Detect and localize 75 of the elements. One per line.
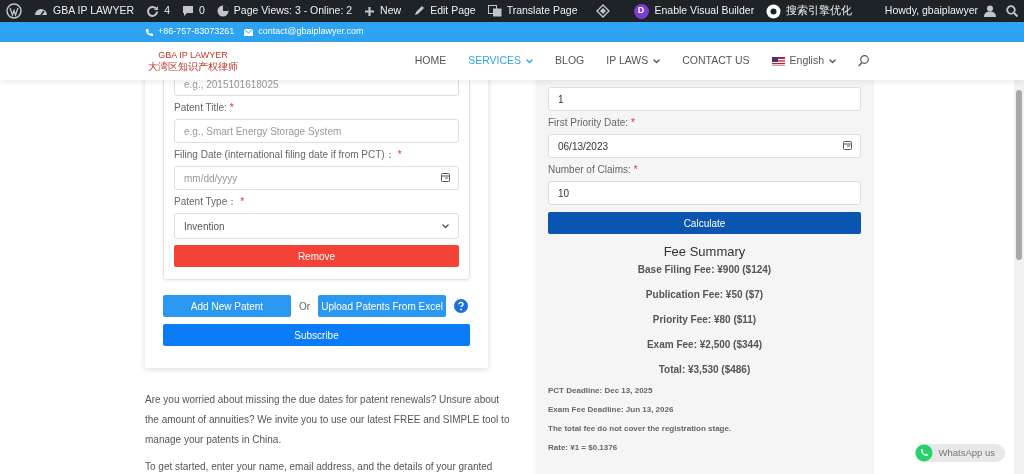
nav-link[interactable]: BLOG [555,53,585,69]
nav-link[interactable]: HOME [414,53,447,69]
intro-paragraph: To get started, enter your name, email address, and the details of your granted [145,460,494,474]
visual-builder-link[interactable]: Enable Visual Builder [654,3,755,19]
required-mark: * [229,102,234,114]
howdy-link[interactable]: Howdy, gbaiplawyer [884,3,978,19]
field-label: Filing Date (international filing date if from PCT)： [174,149,395,161]
chevron-down-icon [442,223,449,229]
seo-logo-icon [766,3,782,19]
updates-link[interactable]: 4 [164,3,170,19]
search-icon [858,55,869,67]
fee-note: Rate: ¥1 = $0.1376 [548,442,619,453]
comment-icon [181,5,194,17]
calendar-icon [843,141,852,150]
language-selector[interactable]: English [771,53,836,69]
whatsapp-icon [914,444,933,462]
calendar-icon [441,173,450,182]
search-icon [1006,5,1018,17]
field-label: Patent Type： [174,196,238,208]
date-field[interactable]: mm/dd/yyyy [174,166,459,190]
required-mark: * [397,149,402,161]
site-name-link[interactable]: GBA IP LAWYER [53,3,135,19]
field-label: Patent Title: [174,102,227,114]
refresh-icon [146,4,160,18]
scrollbar-thumb[interactable] [1016,90,1022,260]
fee-line: Exam Fee: ¥2,500 ($344) [646,338,763,352]
fee-line: Priority Fee: ¥80 ($11) [652,313,757,327]
fee-note: PCT Deadline: Dec 13, 2025 [548,385,654,396]
flag-icon [771,56,785,66]
fee-line: Base Filing Fee: ¥900 ($124) [637,263,772,277]
seo-link[interactable]: 搜索引擎优化 [786,3,853,19]
new-link[interactable]: New [380,3,402,19]
required-mark: * [631,117,635,129]
fee-note: The total fee do not cover the registration stage. [548,423,733,434]
builder-badge: D [633,3,649,19]
field-label: First Priority Date: [548,117,628,129]
fee-summary-heading: Fee Summary [662,244,747,260]
field-label: Number of Claims: [548,164,631,176]
nav-link[interactable]: CONTACT US [682,53,750,69]
required-mark: * [240,196,245,208]
translate-page-link[interactable]: Translate Page [506,3,578,19]
select-field[interactable]: Invention [174,213,459,239]
input-field[interactable]: 1 [548,87,861,111]
diamond-icon [595,4,610,18]
user-icon [984,5,996,17]
pie-chart-icon [216,5,229,17]
page-views-link[interactable]: Page Views: 3 - Online: 2 [233,3,353,19]
fee-line: Total: ¥3,530 ($486) [658,363,751,377]
input-field[interactable]: e.g., Smart Energy Storage System [174,119,459,143]
edit-page-link[interactable]: Edit Page [430,3,476,19]
mail-icon [244,28,254,36]
chevron-down-icon [829,58,836,64]
intro-paragraph: Are you worried about missing the due dates for patent renewals? Unsure about the amount of annuities? We invite you to use our latest FREE and SIMPLE tool to manage your patents in China. [145,393,510,447]
pencil-icon [413,5,426,17]
calculate-button[interactable]: Calculate [548,212,861,234]
logo-text[interactable]: GBA IP LAWYER [158,50,228,61]
comments-link[interactable]: 0 [198,3,205,19]
date-field[interactable]: 06/13/2023 [548,134,861,158]
help-icon [454,299,469,313]
fee-note: Exam Fee Deadline: Jun 13, 2026 [548,404,675,415]
plus-icon [364,5,376,17]
subscribe-button[interactable]: Subscribe [163,324,470,346]
input-field[interactable]: e.g., 2015101618025 [174,80,459,96]
input-field[interactable]: 10 [548,181,861,205]
translate-icon [487,5,502,17]
whatsapp-button[interactable]: WhatsApp us [914,444,1005,462]
fee-line: Publication Fee: ¥50 ($7) [645,288,764,302]
phone-icon [145,27,153,37]
wordpress-logo-icon [6,3,22,19]
remove-button[interactable]: Remove [174,245,459,267]
logo-subtitle[interactable]: 大湾区知识产权律师 [148,61,238,72]
nav-link[interactable]: IP LAWS [606,53,661,69]
required-mark: * [633,164,638,176]
scrollbar[interactable] [1014,80,1024,474]
or-text: Or [299,299,311,314]
